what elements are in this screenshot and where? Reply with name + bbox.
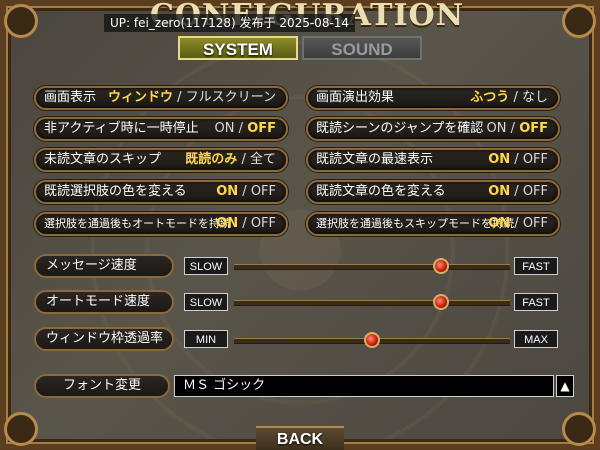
- message-speed-track[interactable]: [234, 264, 510, 270]
- option-skip-unread: 未読文章のスキップ 既読のみ / 全て: [34, 148, 288, 172]
- auto-speed-track[interactable]: [234, 300, 510, 306]
- option-inactive-pause: 非アクティブ時に一時停止 ON / OFF: [34, 117, 288, 141]
- corner-ornament-icon: [562, 412, 596, 446]
- option-display-mode: 画面表示 ウィンドウ / フルスクリーン: [34, 86, 288, 110]
- auto-speed-slow-button[interactable]: SLOW: [184, 293, 228, 311]
- message-speed-knob[interactable]: [433, 258, 449, 274]
- auto-after-choice-on[interactable]: ON: [216, 216, 238, 231]
- upload-overlay-text: UP: fei_zero(117128) 发布于 2025-08-14: [104, 14, 356, 32]
- tab-system[interactable]: SYSTEM: [178, 36, 298, 60]
- option-screen-effect: 画面演出効果 ふつう / なし: [306, 86, 560, 110]
- option-fast-read-text: 既読文章の最速表示 ON / OFF: [306, 148, 560, 172]
- configuration-screen: CONFIGURATION UP: fei_zero(117128) 发布于 2…: [0, 0, 600, 450]
- skip-after-choice-off[interactable]: OFF: [523, 216, 548, 231]
- slider-label-auto-speed: オートモード速度: [34, 290, 174, 314]
- window-transparency-max-button[interactable]: MAX: [514, 330, 558, 348]
- display-mode-fullscreen[interactable]: フルスクリーン: [186, 90, 276, 105]
- window-transparency-knob[interactable]: [364, 332, 380, 348]
- confirm-jump-off[interactable]: OFF: [519, 121, 548, 136]
- skip-after-choice-on[interactable]: ON: [488, 216, 510, 231]
- read-text-color-off[interactable]: OFF: [523, 184, 548, 199]
- read-text-color-on[interactable]: ON: [488, 184, 510, 199]
- slider-label-message-speed: メッセージ速度: [34, 254, 174, 278]
- auto-speed-fast-button[interactable]: FAST: [514, 293, 558, 311]
- inactive-pause-on[interactable]: ON: [215, 121, 235, 136]
- skip-read-only[interactable]: 既読のみ: [185, 152, 237, 167]
- back-button[interactable]: BACK: [256, 426, 344, 450]
- corner-ornament-icon: [4, 4, 38, 38]
- font-scroll-up-button[interactable]: ▲: [556, 375, 574, 397]
- read-choice-color-on[interactable]: ON: [216, 184, 238, 199]
- corner-ornament-icon: [562, 4, 596, 38]
- option-confirm-jump: 既読シーンのジャンプを確認 ON / OFF: [306, 117, 560, 141]
- tab-sound[interactable]: SOUND: [302, 36, 422, 60]
- font-change-label: フォント変更: [34, 374, 170, 398]
- display-mode-window[interactable]: ウィンドウ: [108, 90, 173, 105]
- message-speed-slow-button[interactable]: SLOW: [184, 257, 228, 275]
- auto-after-choice-off[interactable]: OFF: [251, 216, 276, 231]
- fast-read-on[interactable]: ON: [488, 152, 510, 167]
- option-auto-after-choice: 選択肢を通過後もオートモードを持続 ON / OFF: [34, 212, 288, 236]
- message-speed-fast-button[interactable]: FAST: [514, 257, 558, 275]
- option-read-text-color: 既読文章の色を変える ON / OFF: [306, 180, 560, 204]
- inactive-pause-off[interactable]: OFF: [247, 121, 276, 136]
- corner-ornament-icon: [4, 412, 38, 446]
- slider-label-window-transparency: ウィンドウ枠透過率: [34, 327, 174, 351]
- font-select-field[interactable]: ＭＳ ゴシック: [174, 375, 554, 397]
- read-choice-color-off[interactable]: OFF: [251, 184, 276, 199]
- auto-speed-knob[interactable]: [433, 294, 449, 310]
- option-read-choice-color: 既読選択肢の色を変える ON / OFF: [34, 180, 288, 204]
- screen-effect-normal[interactable]: ふつう: [470, 90, 509, 105]
- fast-read-off[interactable]: OFF: [523, 152, 548, 167]
- option-skip-after-choice: 選択肢を通過後もスキップモードを持続 ON / OFF: [306, 212, 560, 236]
- confirm-jump-on[interactable]: ON: [487, 121, 507, 136]
- window-transparency-min-button[interactable]: MIN: [184, 330, 228, 348]
- screen-effect-none[interactable]: なし: [522, 90, 548, 105]
- skip-all[interactable]: 全て: [250, 152, 276, 167]
